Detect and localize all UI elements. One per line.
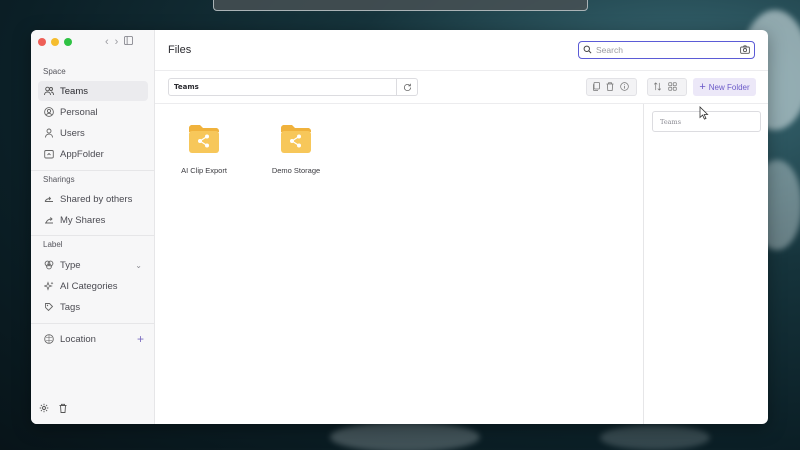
sidebar-toggle-icon[interactable] <box>124 36 134 48</box>
sidebar-item-label: Tags <box>60 301 81 313</box>
folder-item[interactable]: Demo Storage <box>261 123 331 175</box>
sidebar: ‹ › Space Teams Personal Users AppFolder… <box>31 30 155 424</box>
copy-icon[interactable] <box>592 78 600 96</box>
sidebar-item-label: Users <box>60 127 85 139</box>
background-window-bar <box>213 0 588 11</box>
sidebar-item-ai-categories[interactable]: AI Categories <box>38 276 148 296</box>
sidebar-item-my-shares[interactable]: My Shares <box>38 210 148 230</box>
section-label-space: Space <box>43 67 66 76</box>
page-title: Files <box>168 44 192 56</box>
maximize-window-button[interactable] <box>64 38 72 46</box>
divider <box>31 170 154 171</box>
sidebar-item-shared-by-others[interactable]: Shared by others <box>38 189 148 209</box>
folder-item[interactable]: AI Clip Export <box>169 123 239 175</box>
sidebar-item-location[interactable]: Location + <box>38 329 148 349</box>
chevron-down-icon[interactable]: ⌄ <box>135 261 142 270</box>
panel-splitter[interactable] <box>643 104 644 424</box>
section-label-label: Label <box>43 240 63 249</box>
sidebar-item-users[interactable]: Users <box>38 123 148 143</box>
sidebar-item-teams[interactable]: Teams <box>38 81 148 101</box>
search-input[interactable] <box>596 45 740 55</box>
sort-icon[interactable] <box>653 78 662 96</box>
sidebar-item-personal[interactable]: Personal <box>38 102 148 122</box>
close-window-button[interactable] <box>38 38 46 46</box>
back-icon[interactable]: ‹ <box>105 36 109 48</box>
shared-folder-icon <box>187 125 221 159</box>
sidebar-item-label: Shared by others <box>60 193 133 205</box>
trash-icon[interactable] <box>58 400 68 418</box>
section-label-sharings: Sharings <box>43 175 75 184</box>
mouse-cursor-icon <box>699 106 709 125</box>
sidebar-item-appfolder[interactable]: AppFolder <box>38 144 148 164</box>
info-icon[interactable] <box>620 78 629 96</box>
forward-icon[interactable]: › <box>115 36 119 48</box>
breadcrumb[interactable]: Teams <box>168 78 418 96</box>
folder-name: AI Clip Export <box>181 166 227 175</box>
sidebar-item-label: Personal <box>60 106 98 118</box>
new-folder-button[interactable]: + New Folder <box>693 78 756 96</box>
add-location-icon[interactable]: + <box>137 332 144 346</box>
delete-icon[interactable] <box>606 78 614 96</box>
camera-icon[interactable] <box>740 41 750 59</box>
divider <box>31 323 154 324</box>
sidebar-item-label: My Shares <box>60 214 106 226</box>
sidebar-item-label: AI Categories <box>60 280 118 292</box>
window-controls <box>38 38 72 46</box>
file-actions-toolbar <box>586 78 637 96</box>
sidebar-item-label: AppFolder <box>60 148 104 160</box>
refresh-icon[interactable] <box>396 79 417 95</box>
sidebar-item-label: Teams <box>60 85 88 97</box>
view-toolbar <box>647 78 687 96</box>
files-window: ‹ › Space Teams Personal Users AppFolder… <box>31 30 768 424</box>
sidebar-item-tags[interactable]: Tags <box>38 297 148 317</box>
sidebar-item-type[interactable]: Type ⌄ <box>38 255 148 275</box>
divider <box>31 235 154 236</box>
folder-name: Demo Storage <box>271 166 321 175</box>
sidebar-item-label: Type <box>60 259 81 271</box>
gear-icon[interactable] <box>39 400 49 418</box>
search-icon <box>583 41 592 59</box>
wave-foam <box>600 425 710 450</box>
wave-foam <box>330 422 480 450</box>
navigation-controls: ‹ › <box>105 36 134 48</box>
breadcrumb-path: Teams <box>174 83 199 91</box>
minimize-window-button[interactable] <box>51 38 59 46</box>
sparkles-icon <box>44 281 54 291</box>
shared-folder-icon <box>279 125 313 159</box>
plus-icon: + <box>699 81 706 93</box>
main-panel: Files Teams + New Folder <box>155 30 768 424</box>
header-divider <box>155 70 768 71</box>
tag-icon <box>44 302 54 312</box>
toolbar-divider <box>155 103 768 104</box>
users-icon <box>44 86 54 96</box>
app-folder-icon <box>44 149 54 159</box>
grid-view-icon[interactable] <box>668 78 677 96</box>
sidebar-item-label: Location <box>60 333 96 345</box>
search-box[interactable] <box>578 41 755 59</box>
user-icon <box>44 128 54 138</box>
share-out-icon <box>44 215 54 225</box>
share-in-icon <box>44 194 54 204</box>
new-folder-label: New Folder <box>708 82 750 92</box>
type-icon <box>44 260 54 270</box>
user-circle-icon <box>44 107 54 117</box>
location-icon <box>44 334 54 344</box>
sidebar-footer <box>39 400 68 418</box>
